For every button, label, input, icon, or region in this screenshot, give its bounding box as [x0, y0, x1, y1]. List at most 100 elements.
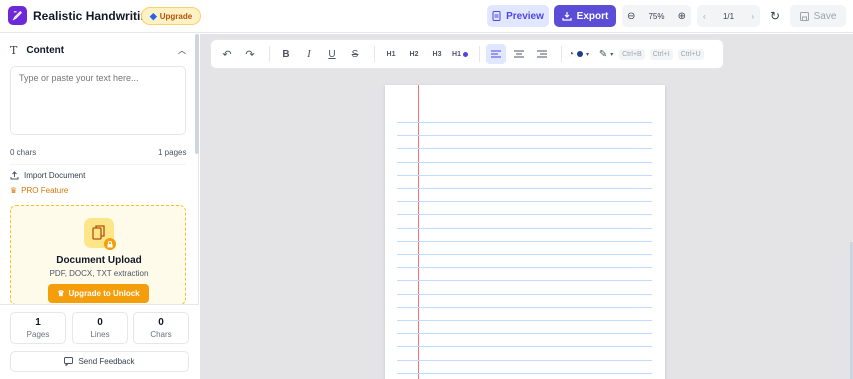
import-label: Import Document — [24, 171, 86, 180]
toolbar-separator — [561, 46, 562, 62]
ruled-line — [397, 228, 652, 229]
stat-label: Lines — [90, 330, 110, 339]
heading-style-button[interactable]: H1 — [450, 44, 470, 64]
heading-2-button[interactable]: H2 — [404, 44, 424, 64]
stat-chars: 0 Chars — [133, 312, 189, 344]
ruled-line — [397, 320, 652, 321]
ruled-line — [397, 280, 652, 281]
send-feedback-button[interactable]: Send Feedback — [10, 351, 189, 372]
document-icon — [492, 11, 501, 21]
stat-value: 1 — [35, 317, 41, 328]
ruled-line — [397, 254, 652, 255]
pro-label: PRO Feature — [21, 186, 69, 195]
stats-panel: 1 Pages 0 Lines 0 Chars Send Feedback — [0, 304, 199, 379]
upgrade-pill-button[interactable]: ◆ Upgrade — [141, 7, 201, 25]
content-section-header[interactable]: T Content ︿ — [10, 44, 186, 57]
italic-icon[interactable]: I — [299, 44, 319, 64]
text-icon: T — [10, 44, 18, 57]
document-upload-box: Document Upload PDF, DOCX, TXT extractio… — [10, 205, 186, 305]
content-title: Content — [26, 45, 65, 56]
export-button[interactable]: Export — [554, 5, 616, 27]
message-icon — [64, 357, 74, 366]
shortcut-bold-hint: Ctrl+B — [619, 48, 645, 60]
refresh-icon: ↻ — [769, 9, 781, 23]
lined-paper-page[interactable] — [385, 85, 665, 379]
heading-3-button[interactable]: H3 — [427, 44, 447, 64]
prev-page-icon[interactable]: ‹ — [703, 12, 706, 21]
strikethrough-icon[interactable]: S — [345, 44, 365, 64]
save-icon — [799, 11, 809, 21]
unlock-label: Upgrade to Unlock — [68, 289, 140, 298]
ruled-line — [397, 307, 652, 308]
ruled-line — [397, 135, 652, 136]
toolbar-separator — [269, 46, 270, 62]
import-document-row[interactable]: Import Document — [10, 171, 85, 180]
heading-style-label: H1 — [452, 50, 461, 58]
chevron-up-icon[interactable]: ︿ — [178, 45, 186, 56]
upload-subtitle: PDF, DOCX, TXT extraction — [49, 269, 149, 278]
export-label: Export — [576, 10, 609, 22]
undo-icon[interactable]: ↶ — [217, 44, 237, 64]
app-title: Realistic Handwriting — [33, 9, 156, 23]
upgrade-to-unlock-button[interactable]: ♛ Upgrade to Unlock — [48, 284, 149, 303]
preview-label: Preview — [506, 10, 544, 22]
ruled-line — [397, 201, 652, 202]
zoom-out-icon[interactable]: ⊖ — [627, 11, 635, 22]
toolbar-separator — [479, 46, 480, 62]
top-bar: Realistic Handwriting ◆ Upgrade Preview … — [0, 0, 853, 33]
preview-button[interactable]: Preview — [487, 5, 549, 27]
reset-button[interactable]: ↻ — [765, 5, 785, 27]
ruled-line — [397, 122, 652, 123]
ruled-line — [397, 294, 652, 295]
heading-1-button[interactable]: H1 — [381, 44, 401, 64]
pen-style-picker[interactable]: ✎ ▾ — [596, 44, 616, 64]
dot-icon — [462, 51, 468, 57]
save-button[interactable]: Save — [790, 5, 846, 27]
stat-label: Chars — [150, 330, 172, 339]
save-label: Save — [813, 10, 837, 22]
redo-icon[interactable]: ↷ — [240, 44, 260, 64]
crown-icon: ♛ — [57, 289, 65, 298]
app-logo-icon — [8, 6, 27, 25]
align-left-icon[interactable] — [486, 44, 506, 64]
ruled-line — [397, 214, 652, 215]
underline-icon[interactable]: U — [322, 44, 342, 64]
ruled-line — [397, 267, 652, 268]
zoom-controls: ⊖ 75% ⊕ — [622, 5, 691, 27]
page-navigation: ‹ 1/1 › — [697, 5, 760, 27]
stat-pages: 1 Pages — [10, 312, 66, 344]
chars-count: 0 chars — [10, 148, 37, 157]
upload-title: Document Upload — [56, 255, 142, 266]
ruled-line — [397, 241, 652, 242]
margin-line — [418, 85, 419, 379]
ruled-line — [397, 373, 652, 374]
upload-icon — [10, 171, 19, 180]
ruled-line — [397, 162, 652, 163]
ruled-line — [397, 188, 652, 189]
page-indicator: 1/1 — [722, 11, 735, 21]
stat-value: 0 — [97, 317, 103, 328]
align-right-icon[interactable] — [532, 44, 552, 64]
ruled-line — [397, 148, 652, 149]
ink-color-picker[interactable]: ◔ ▾ — [568, 44, 589, 64]
pages-count: 1 pages — [158, 148, 187, 157]
content-textarea[interactable] — [10, 66, 186, 135]
lock-icon — [104, 238, 116, 250]
ruled-line — [397, 360, 652, 361]
diamond-icon: ◆ — [149, 10, 157, 21]
next-page-icon[interactable]: › — [751, 12, 754, 21]
crown-icon: ♛ — [10, 186, 18, 195]
bold-icon[interactable]: B — [276, 44, 296, 64]
zoom-level: 75% — [648, 11, 665, 21]
zoom-in-icon[interactable]: ⊕ — [678, 11, 686, 22]
stat-lines: 0 Lines — [72, 312, 128, 344]
sidebar-scrollbar[interactable] — [195, 34, 199, 154]
feedback-label: Send Feedback — [78, 357, 135, 366]
shortcut-underline-hint: Ctrl+U — [677, 48, 704, 60]
ruled-line — [397, 333, 652, 334]
canvas-area: ↶ ↷ B I U S H1 H2 H3 H1 ◔ ▾ ✎ ▾ Ctrl+B C… — [200, 34, 853, 379]
stat-label: Pages — [26, 330, 50, 339]
toolbar-separator — [374, 46, 375, 62]
align-center-icon[interactable] — [509, 44, 529, 64]
palette-icon: ◔ — [568, 48, 575, 60]
